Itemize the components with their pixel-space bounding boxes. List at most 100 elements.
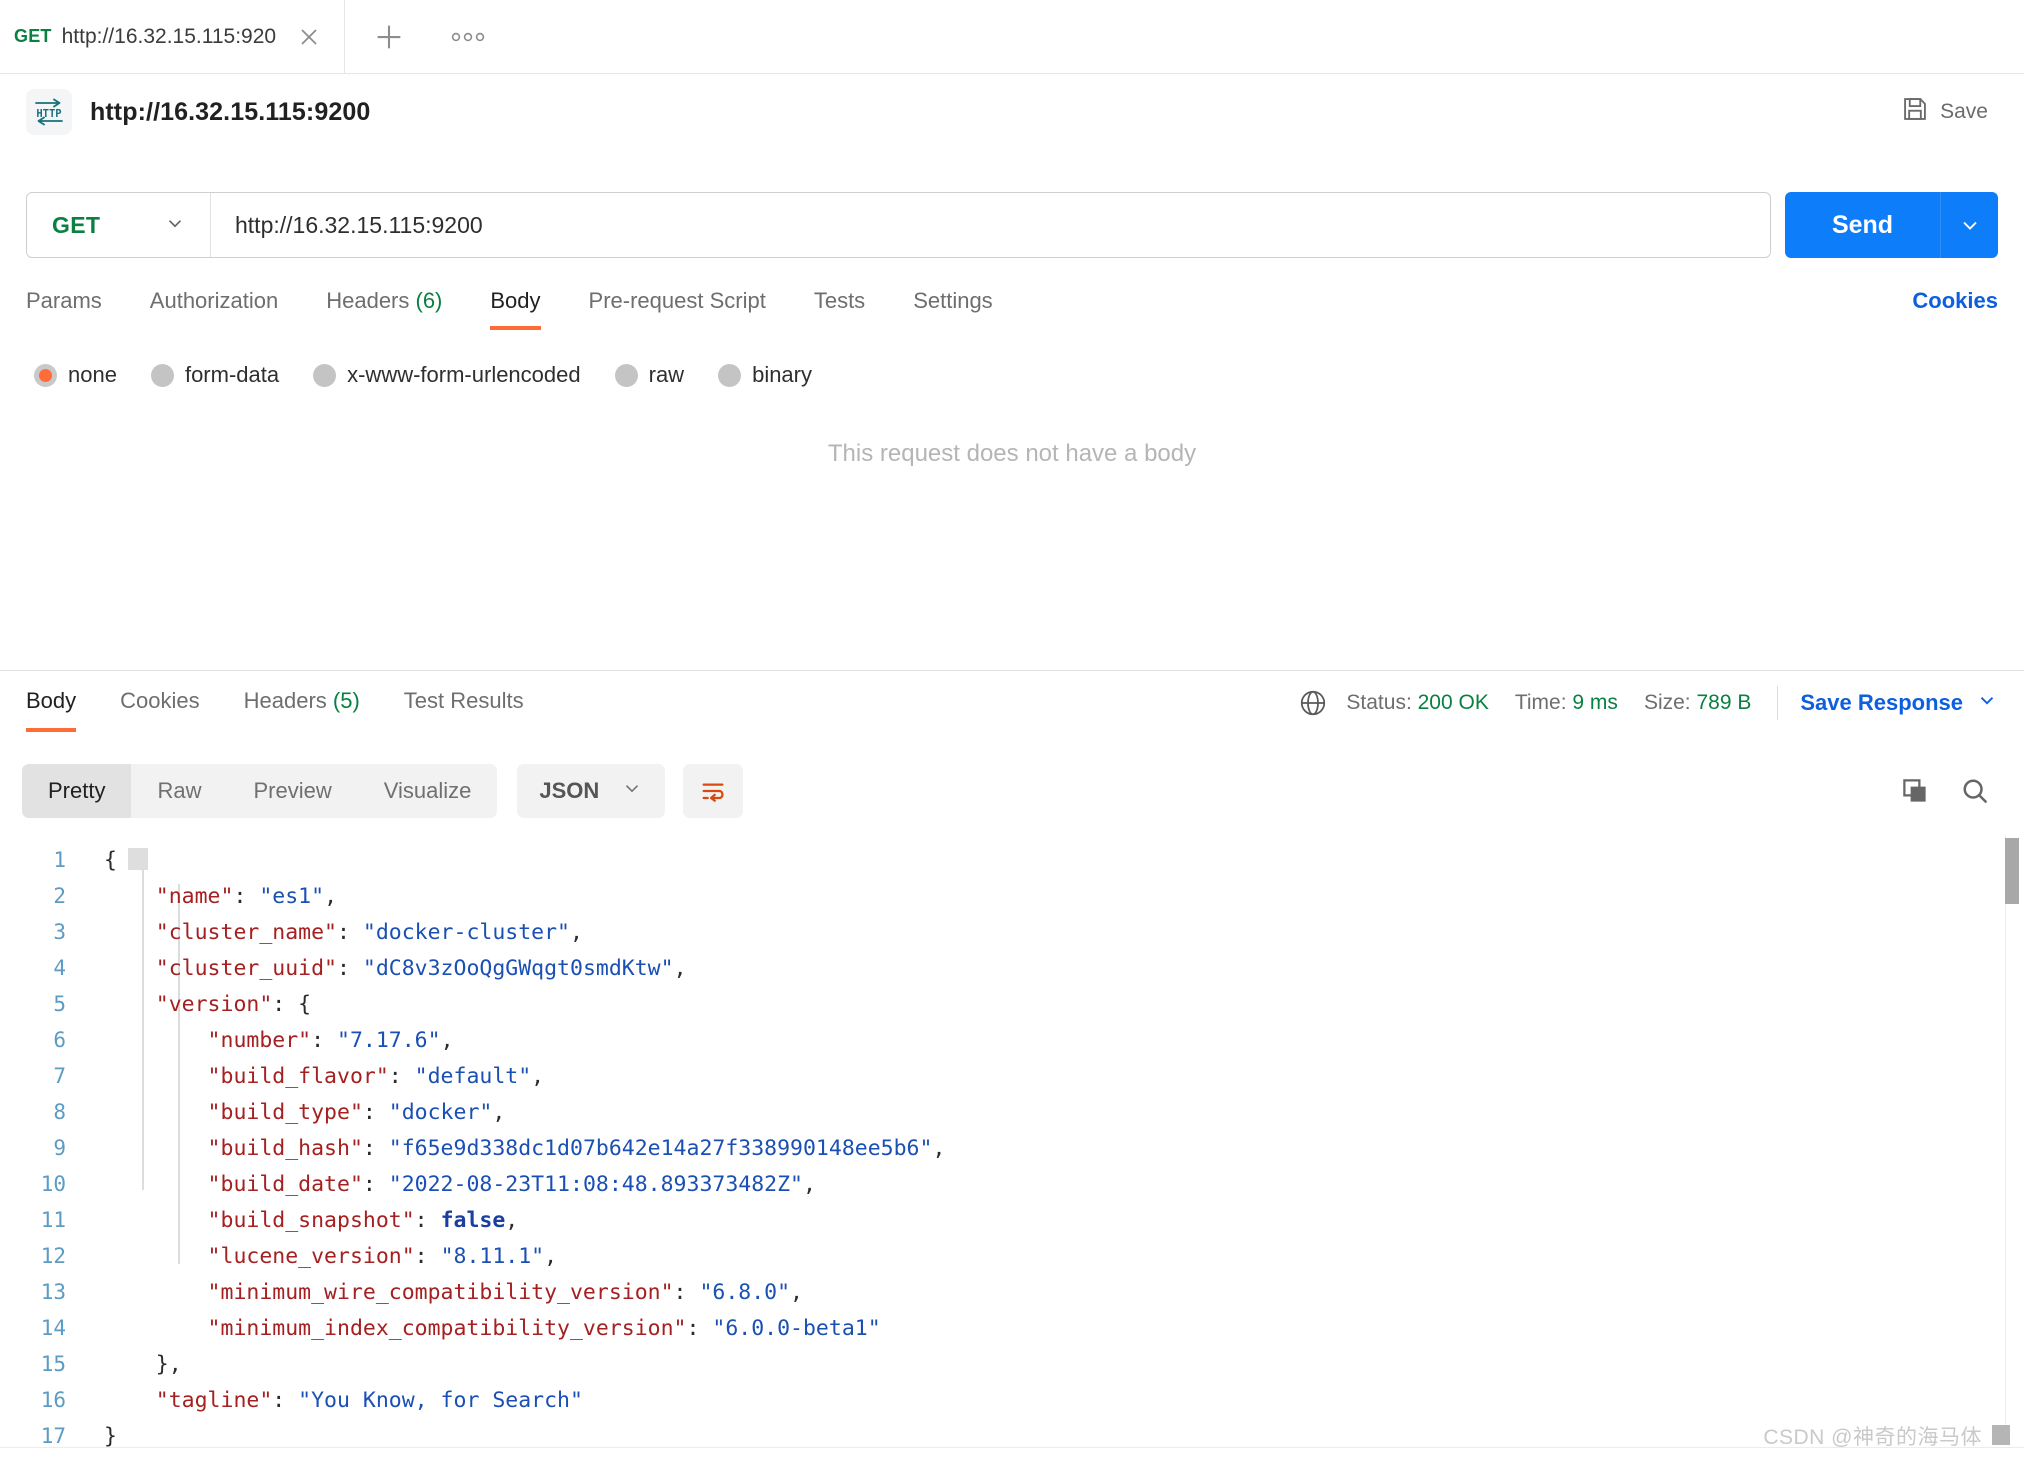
horizontal-scrollbar-thumb[interactable]: [1992, 1425, 2010, 1445]
line-number: 7: [53, 1064, 66, 1088]
tab-label: Authorization: [149, 288, 279, 313]
request-tabs: Params Authorization Headers (6) Body Pre-re…: [0, 282, 2024, 340]
view-mode-preview[interactable]: Preview: [227, 764, 357, 818]
response-tab-headers[interactable]: Headers (5): [244, 682, 360, 732]
url-input[interactable]: [211, 211, 1770, 239]
body-type-none[interactable]: none: [34, 362, 117, 388]
tab-pre-request-script[interactable]: Pre-request Script: [589, 282, 766, 330]
code-token: :: [233, 883, 260, 909]
code-line: 13 "minimum_wire_compatibility_version":…: [0, 1274, 2024, 1310]
code-text: }: [88, 1424, 117, 1449]
response-status-group: Status: 200 OK Time: 9 ms Size: 789 B Sa…: [1298, 682, 1998, 720]
code-text: "build_snapshot": false,: [88, 1207, 519, 1233]
radio-icon: [34, 363, 57, 387]
line-number: 10: [40, 1172, 66, 1196]
save-button[interactable]: Save: [1893, 89, 1996, 135]
plus-icon[interactable]: [345, 0, 433, 74]
time-stat: Time: 9 ms: [1515, 691, 1618, 715]
code-line: 11 "build_snapshot": false,: [0, 1202, 2024, 1238]
tab-authorization[interactable]: Authorization: [150, 282, 278, 330]
cookies-link[interactable]: Cookies: [1912, 282, 1998, 314]
view-mode-visualize[interactable]: Visualize: [358, 764, 498, 818]
send-options-button[interactable]: [1940, 192, 1998, 258]
code-token: ,: [505, 1207, 519, 1233]
tab-params[interactable]: Params: [26, 282, 102, 330]
pane-divider: [0, 670, 2024, 671]
word-wrap-icon[interactable]: [683, 764, 744, 818]
response-tab-body[interactable]: Body: [26, 682, 77, 732]
view-mode-raw[interactable]: Raw: [131, 764, 227, 818]
code-token: "cluster_name": [104, 919, 337, 945]
code-token: ,: [531, 1063, 545, 1089]
response-tab-test-results[interactable]: Test Results: [404, 682, 524, 732]
chevron-down-icon: [164, 212, 186, 239]
empty-body-message: This request does not have a body: [827, 440, 1197, 467]
line-number: 13: [40, 1280, 66, 1304]
body-type-label: none: [68, 362, 117, 387]
code-line: 6 "number": "7.17.6",: [0, 1022, 2024, 1058]
tab-headers[interactable]: Headers (6): [326, 282, 442, 330]
code-text: "build_hash": "f65e9d338dc1d07b642e14a27…: [88, 1136, 946, 1161]
body-type-raw[interactable]: raw: [614, 362, 684, 388]
code-line: 8 "build_type": "docker",: [0, 1094, 2024, 1130]
code-text: "tagline": "You Know, for Search": [88, 1388, 583, 1413]
code-token: "build_flavor": [104, 1063, 389, 1089]
response-tab-count: (5): [326, 688, 360, 713]
vertical-scrollbar-thumb[interactable]: [2005, 838, 2019, 904]
ellipsis-icon[interactable]: [433, 0, 503, 74]
page-title: http://16.32.15.115:9200: [90, 97, 371, 126]
code-token: :: [311, 1027, 337, 1053]
body-type-binary[interactable]: binary: [718, 362, 812, 388]
code-line: 7 "build_flavor": "default",: [0, 1058, 2024, 1094]
code-text: "cluster_uuid": "dC8v3zOoQgGWqgt0smdKtw"…: [88, 956, 687, 981]
tab-settings[interactable]: Settings: [913, 282, 993, 330]
body-type-form-data[interactable]: form-data: [150, 362, 279, 388]
search-icon[interactable]: [1960, 776, 1990, 806]
save-response-label: Save Response: [1800, 690, 1963, 715]
code-text: "build_date": "2022-08-23T11:08:48.89337…: [88, 1172, 816, 1197]
fold-marker[interactable]: [128, 848, 148, 870]
code-text: "number": "7.17.6",: [88, 1028, 454, 1053]
close-icon[interactable]: [294, 22, 324, 52]
method-select-label: GET: [52, 211, 101, 238]
code-line: 14 "minimum_index_compatibility_version"…: [0, 1310, 2024, 1346]
code-token: false: [440, 1207, 506, 1233]
size-label: Size:: [1643, 691, 1691, 714]
response-view-toolbar: Pretty Raw Preview Visualize JSON: [0, 758, 2024, 824]
line-number: 2: [53, 884, 66, 908]
response-body-viewer[interactable]: 1{2 "name": "es1", 3 "cluster_name": "doc…: [0, 834, 2024, 1473]
code-token: {: [104, 847, 117, 873]
tab-tests[interactable]: Tests: [814, 282, 865, 330]
size-stat: Size: 789 B: [1644, 691, 1751, 715]
code-token: "es1": [259, 883, 325, 909]
code-line: 9 "build_hash": "f65e9d338dc1d07b642e14a…: [0, 1130, 2024, 1166]
code-text: "build_flavor": "default",: [88, 1063, 545, 1089]
body-type-label: binary: [752, 362, 812, 387]
response-tab-label: Body: [26, 688, 77, 713]
code-token: : {: [272, 991, 312, 1017]
code-lines: 1{2 "name": "es1", 3 "cluster_name": "doc…: [0, 834, 2024, 1473]
response-tab-cookies[interactable]: Cookies: [120, 682, 199, 732]
radio-icon: [718, 363, 742, 387]
tab-body[interactable]: Body: [490, 282, 541, 330]
code-token: "minimum_index_compatibility_version": [104, 1315, 687, 1341]
vertical-scrollbar[interactable]: [2005, 834, 2019, 1439]
code-token: ,: [544, 1243, 558, 1269]
format-select[interactable]: JSON: [517, 764, 666, 818]
view-mode-segmented-control: Pretty Raw Preview Visualize: [22, 764, 498, 818]
copy-icon[interactable]: [1900, 776, 1930, 806]
code-token: :: [414, 1243, 441, 1269]
radio-icon: [313, 363, 337, 387]
code-token: ,: [440, 1027, 454, 1053]
request-tab[interactable]: GET http://16.32.15.115:920: [0, 0, 345, 74]
save-response-button[interactable]: Save Response: [1800, 689, 1998, 717]
view-mode-pretty[interactable]: Pretty: [22, 764, 132, 818]
method-select[interactable]: GET: [27, 193, 211, 257]
line-number: 15: [40, 1352, 66, 1376]
code-token: :: [686, 1315, 713, 1341]
send-button[interactable]: Send: [1785, 192, 1940, 258]
code-token: "version": [104, 991, 273, 1017]
chevron-down-icon: [1976, 689, 1998, 717]
body-type-x-www-form-urlencoded[interactable]: x-www-form-urlencoded: [313, 362, 581, 388]
format-select-label: JSON: [539, 778, 600, 803]
